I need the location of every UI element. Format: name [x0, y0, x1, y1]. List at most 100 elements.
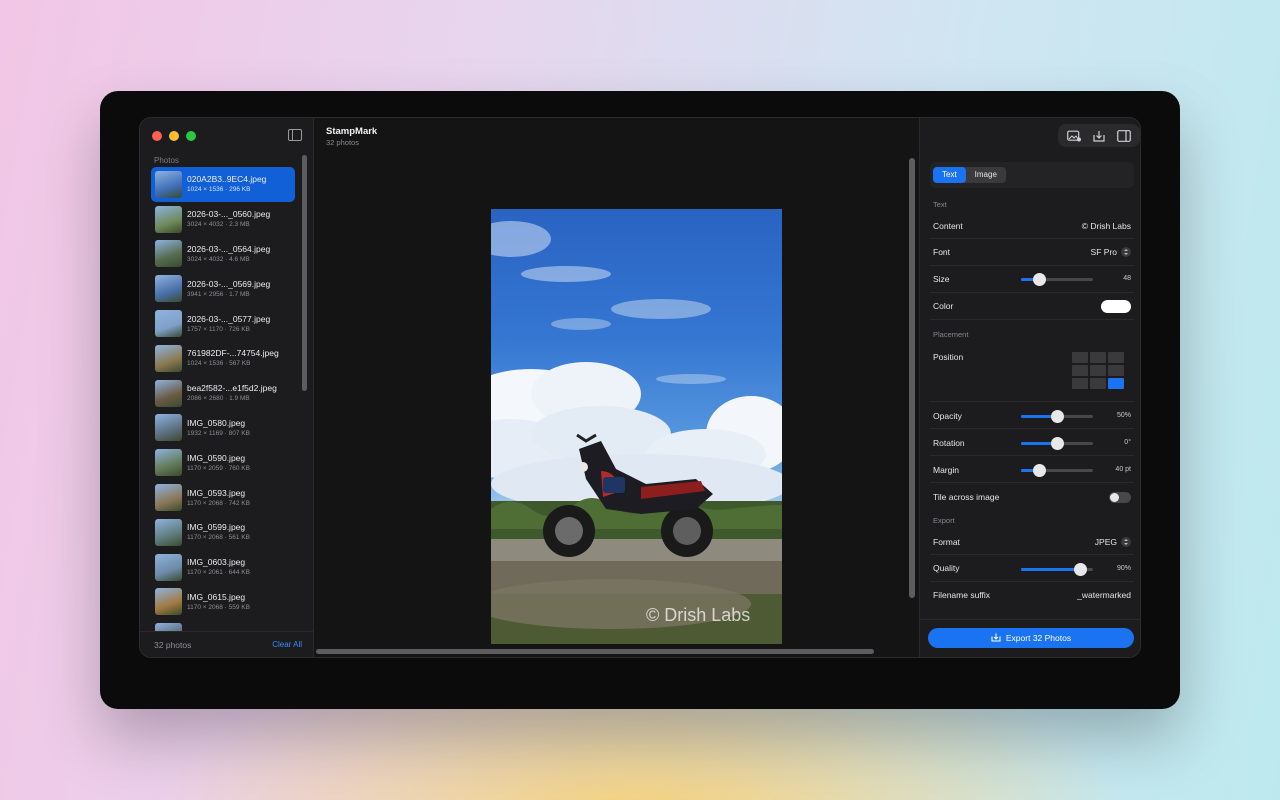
- zoom-window-button[interactable]: [186, 131, 196, 141]
- quality-slider[interactable]: [1021, 563, 1093, 576]
- photo-filename: IMG_0603.jpeg: [187, 557, 246, 568]
- font-row[interactable]: Font SF Pro: [930, 239, 1134, 266]
- photo-meta: bea2f582-...e1f5d2.jpeg 2086 × 2680 · 1.9…: [187, 383, 277, 403]
- quality-label: Quality: [933, 563, 960, 573]
- photo-list-item[interactable]: 2026-03-..._0560.jpeg 3024 × 4032 · 2.3 M…: [151, 202, 295, 237]
- quality-slider-knob[interactable]: [1073, 563, 1087, 576]
- photo-thumbnail: [155, 518, 182, 546]
- photo-list-item[interactable]: 761982DF-...74754.jpeg 1024 × 1536 · 567 …: [151, 341, 295, 376]
- photo-list-item[interactable]: IMG_0593.jpeg 1170 × 2068 · 742 KB: [151, 480, 295, 515]
- opacity-slider-knob[interactable]: [1050, 410, 1064, 423]
- photo-list-item[interactable]: IMG_0615.jpeg 1170 × 2068 · 559 KB: [151, 585, 295, 620]
- position-row: Position: [930, 343, 1134, 402]
- position-cell[interactable]: [1090, 365, 1106, 376]
- clear-all-button[interactable]: Clear All: [272, 640, 302, 649]
- tab-image[interactable]: Image: [966, 167, 1006, 183]
- position-cell[interactable]: [1108, 378, 1124, 389]
- photo-list-item[interactable]: 020A2B3..9EC4.jpeg 1024 × 1536 · 296 KB: [151, 167, 295, 202]
- content-field[interactable]: © Drish Labs: [1082, 221, 1131, 231]
- app-title: StampMark: [326, 126, 378, 137]
- position-cell[interactable]: [1072, 352, 1088, 363]
- app-subtitle: 32 photos: [326, 138, 359, 147]
- add-image-icon[interactable]: [1067, 130, 1082, 142]
- canvas-horizontal-scrollbar[interactable]: [316, 649, 874, 654]
- photo-thumbnail: [155, 240, 182, 268]
- rotation-slider[interactable]: [1021, 437, 1093, 450]
- photo-thumbnail: [155, 414, 182, 442]
- format-row[interactable]: Format JPEG: [930, 529, 1134, 555]
- photo-thumbnail: [155, 484, 182, 512]
- suffix-field[interactable]: _watermarked: [1077, 590, 1131, 600]
- format-select[interactable]: JPEG: [1094, 536, 1131, 548]
- font-select[interactable]: SF Pro: [1091, 246, 1131, 258]
- photo-list-item[interactable]: IMG_0590.jpeg 1170 × 2059 · 760 KB: [151, 445, 295, 480]
- rotation-slider-knob[interactable]: [1050, 437, 1064, 450]
- suffix-row[interactable]: Filename suffix _watermarked: [930, 582, 1134, 609]
- minimize-window-button[interactable]: [169, 131, 179, 141]
- margin-slider-knob[interactable]: [1032, 464, 1046, 477]
- position-cell[interactable]: [1090, 352, 1106, 363]
- photo-dimensions: 1170 × 2061 · 644 KB: [187, 569, 250, 577]
- opacity-label: Opacity: [933, 411, 962, 421]
- export-button[interactable]: Export 32 Photos: [928, 628, 1134, 648]
- photo-list-item[interactable]: bea2f582-...e1f5d2.jpeg 2086 × 2680 · 1.9…: [151, 376, 295, 411]
- size-row: Size 48: [930, 266, 1134, 293]
- size-slider[interactable]: [1021, 273, 1093, 286]
- photo-list-item[interactable]: 2026-03-..._0569.jpeg 3941 × 2956 · 1.7 M…: [151, 271, 295, 306]
- photo-list-item[interactable]: IMG_0603.jpeg 1170 × 2061 · 644 KB: [151, 550, 295, 585]
- content-label: Content: [933, 221, 963, 231]
- popup-stepper-icon: [1121, 246, 1131, 257]
- size-slider-knob[interactable]: [1032, 273, 1046, 286]
- photo-filename: 761982DF-...74754.jpeg: [187, 348, 279, 359]
- mode-segmented-control: Text Image: [930, 162, 1134, 188]
- photo-dimensions: 1170 × 2068 · 561 KB: [187, 534, 250, 542]
- content-row[interactable]: Content © Drish Labs: [930, 213, 1134, 239]
- color-swatch[interactable]: [1101, 300, 1131, 313]
- photo-filename: 020A2B3..9EC4.jpeg: [187, 174, 267, 185]
- position-cell[interactable]: [1108, 365, 1124, 376]
- export-download-icon[interactable]: [1092, 130, 1106, 142]
- tile-label: Tile across image: [933, 492, 1000, 502]
- photo-thumbnail: [155, 449, 182, 477]
- photo-list-item[interactable]: IMG_0580.jpeg 1932 × 1169 · 807 KB: [151, 411, 295, 446]
- position-cell[interactable]: [1108, 352, 1124, 363]
- photo-preview: © Drish Labs: [491, 209, 782, 644]
- rotation-value: 0°: [1124, 439, 1131, 446]
- tile-toggle[interactable]: [1109, 492, 1131, 503]
- photo-meta: 2026-03-..._0577.jpeg 1757 × 1170 · 726 K…: [187, 314, 270, 334]
- position-grid: [1072, 352, 1124, 389]
- inspector-toggle-icon[interactable]: [1116, 129, 1131, 142]
- export-bar: Export 32 Photos: [920, 619, 1140, 657]
- format-value: JPEG: [1094, 537, 1117, 547]
- photo-list-item[interactable]: IMG_0599.jpeg 1170 × 2068 · 561 KB: [151, 515, 295, 550]
- rotation-row: Rotation 0°: [930, 429, 1134, 456]
- close-window-button[interactable]: [152, 131, 162, 141]
- photo-meta: 020A2B3..9EC4.jpeg 1024 × 1536 · 296 KB: [187, 174, 266, 194]
- position-cell[interactable]: [1072, 365, 1088, 376]
- sidebar-toggle-icon[interactable]: [288, 129, 302, 141]
- color-label: Color: [933, 301, 954, 311]
- photo-list-item[interactable]: 2026-03-..._0577.jpeg 1757 × 1170 · 726 K…: [151, 306, 295, 341]
- opacity-value: 50%: [1116, 412, 1131, 419]
- export-icon: [991, 633, 1001, 642]
- sidebar-scrollbar[interactable]: [302, 155, 307, 391]
- tab-text[interactable]: Text: [933, 167, 966, 183]
- position-cell[interactable]: [1090, 378, 1106, 389]
- photo-list-item[interactable]: 2026-03-..._0564.jpeg 3024 × 4032 · 4.6 M…: [151, 237, 295, 272]
- suffix-label: Filename suffix: [933, 590, 991, 600]
- photo-dimensions: 1170 × 2068 · 559 KB: [187, 603, 250, 611]
- size-value: 48: [1123, 275, 1131, 282]
- position-cell[interactable]: [1072, 378, 1088, 389]
- photo-dimensions: 1170 × 2068 · 742 KB: [187, 499, 250, 507]
- opacity-slider[interactable]: [1021, 410, 1093, 423]
- font-label: Font: [933, 247, 951, 257]
- text-group-label: Text: [933, 200, 947, 209]
- canvas-vertical-scrollbar[interactable]: [909, 158, 915, 598]
- margin-slider[interactable]: [1021, 464, 1093, 477]
- export-button-label: Export 32 Photos: [1005, 633, 1072, 643]
- margin-value: 40 pt: [1115, 466, 1131, 473]
- photo-meta: IMG_0593.jpeg 1170 × 2068 · 742 KB: [187, 488, 250, 508]
- photo-filename: IMG_0615.jpeg: [187, 591, 246, 602]
- size-label: Size: [933, 274, 950, 284]
- photo-filename: IMG_0593.jpeg: [187, 487, 246, 498]
